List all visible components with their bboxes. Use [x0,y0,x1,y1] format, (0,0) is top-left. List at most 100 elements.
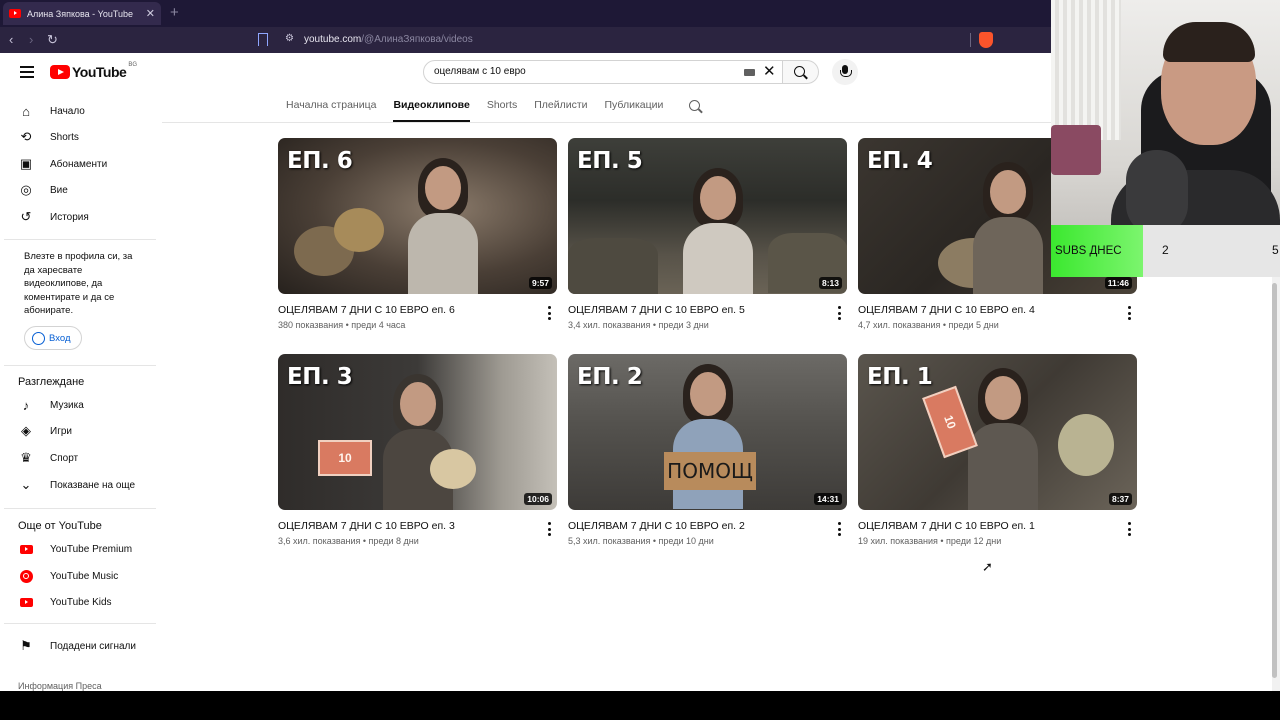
home-icon: ⌂ [22,103,30,119]
sidebar-item-history[interactable]: ↺ История [18,207,89,227]
video-card[interactable]: ЕП. 6 9:57 ОЦЕЛЯВАМ 7 ДНИ С 10 ЕВРО еп. … [278,138,558,353]
video-duration: 9:57 [528,277,552,289]
sidebar-item-you[interactable]: ◎ Вие [18,180,68,200]
video-title[interactable]: ОЦЕЛЯВАМ 7 ДНИ С 10 ЕВРО еп. 4 [858,304,1035,316]
video-title[interactable]: ОЦЕЛЯВАМ 7 ДНИ С 10 ЕВРО еп. 6 [278,304,455,316]
video-title[interactable]: ОЦЕЛЯВАМ 7 ДНИ С 10 ЕВРО еп. 2 [568,520,745,532]
browser-tab[interactable]: Алина Зяпкова - YouTube ✕ [3,2,161,25]
tab-home[interactable]: Начална страница [286,99,376,122]
video-thumbnail[interactable]: ПОМОЩ ЕП. 2 14:31 [568,354,847,510]
signin-label: Вход [49,332,71,344]
sidebar-item-gaming[interactable]: ◈ Игри [18,421,72,441]
sidebar-item-label: История [50,211,89,223]
youtube-favicon-icon [9,9,21,18]
sidebar-item-youtube-kids[interactable]: YouTube Kids [18,592,112,612]
video-title[interactable]: ОЦЕЛЯВАМ 7 ДНИ С 10 ЕВРО еп. 1 [858,520,1035,532]
subs-label: SUBS ДНЕС [1051,225,1143,277]
more-options-icon[interactable] [1128,306,1132,320]
sidebar-item-sports[interactable]: ♛ Спорт [18,448,78,468]
banknote: 10 [318,440,372,476]
flag-icon: ⚑ [20,638,32,653]
more-options-icon[interactable] [1128,522,1132,536]
tab-posts[interactable]: Публикации [605,99,664,122]
search-box[interactable]: оцелявам с 10 евро ✕ [423,60,783,84]
back-icon[interactable]: ‹ [9,32,13,48]
clear-search-icon[interactable]: ✕ [763,64,776,80]
sidebar-item-label: Начало [50,105,85,117]
shorts-icon: ⟲ [20,129,32,144]
more-options-icon[interactable] [838,522,842,536]
sidebar-item-label: YouTube Music [50,570,119,582]
close-tab-icon[interactable]: ✕ [146,7,155,20]
more-options-icon[interactable] [838,306,842,320]
url-host: youtube.com [304,34,362,45]
brave-shield-icon[interactable] [979,32,993,48]
tab-playlists[interactable]: Плейлисти [534,99,587,122]
sidebar-item-label: Игри [50,425,72,437]
video-title[interactable]: ОЦЕЛЯВАМ 7 ДНИ С 10 ЕВРО еп. 5 [568,304,745,316]
sidebar-divider [4,365,156,366]
sidebar-item-report-history[interactable]: ⚑ Подадени сигнали [18,636,136,656]
sidebar-item-home[interactable]: ⌂ Начало [18,101,85,121]
food-shape [430,449,476,489]
subs-value-secondary: 5 [1272,243,1279,257]
sidebar-item-music[interactable]: ♪ Музика [18,395,84,415]
bookmark-icon[interactable] [258,33,268,46]
video-thumbnail[interactable]: ЕП. 5 8:13 [568,138,847,294]
reload-icon[interactable]: ↻ [47,32,58,48]
menu-icon[interactable] [20,66,34,78]
sidebar-item-youtube-music[interactable]: YouTube Music [18,566,118,586]
signin-prompt: Влезте в профила си, за да харесвате вид… [24,251,133,316]
thumbnail-figure [378,374,458,510]
site-settings-icon[interactable]: ⚙ [285,33,294,44]
subs-counter: SUBS ДНЕС 2 5 [1051,225,1280,277]
video-thumbnail[interactable]: 10 ЕП. 1 8:37 [858,354,1137,510]
video-thumbnail[interactable]: 10 ЕП. 3 10:06 [278,354,557,510]
url-path: /@АлинаЗяпкова/videos [361,34,473,45]
thumbnail-figure [403,158,483,294]
video-card[interactable]: ПОМОЩ ЕП. 2 14:31 ОЦЕЛЯВАМ 7 ДНИ С 10 ЕВ… [568,354,848,569]
forward-icon[interactable]: › [29,32,33,48]
tab-shorts[interactable]: Shorts [487,99,517,122]
channel-tabs: Начална страница Видеоклипове Shorts Пле… [286,99,680,122]
trophy-icon: ♛ [20,450,32,465]
voice-search-button[interactable] [832,59,858,85]
thumbnail-figure [968,162,1048,294]
sidebar-divider [4,508,156,509]
more-options-icon[interactable] [548,306,552,320]
video-duration: 10:06 [524,493,552,505]
search-input[interactable]: оцелявам с 10 евро [434,66,526,77]
channel-search-icon[interactable] [689,100,700,111]
video-title[interactable]: ОЦЕЛЯВАМ 7 ДНИ С 10 ЕВРО еп. 3 [278,520,455,532]
country-code: BG [128,62,137,68]
episode-label: ЕП. 2 [577,364,643,390]
food-shape [1058,414,1114,476]
logo-text: YouTube [72,64,127,80]
subscriptions-icon: ▣ [19,156,33,171]
signin-button[interactable]: Вход [24,326,82,350]
sidebar-item-show-more[interactable]: ⌄ Показване на още [18,475,136,495]
sidebar-item-label: Абонаменти [50,158,108,170]
more-options-icon[interactable] [548,522,552,536]
scrollbar-thumb[interactable] [1272,283,1277,678]
address-bar[interactable]: youtube.com/@АлинаЗяпкова/videos [304,34,473,45]
video-card[interactable]: 10 ЕП. 3 10:06 ОЦЕЛЯВАМ 7 ДНИ С 10 ЕВРО … [278,354,558,569]
video-duration: 8:37 [1108,493,1132,505]
video-card[interactable]: 10 ЕП. 1 8:37 ОЦЕЛЯВАМ 7 ДНИ С 10 ЕВРО е… [858,354,1138,569]
food-shape [334,208,384,252]
search-button[interactable] [783,60,819,84]
episode-label: ЕП. 1 [867,364,933,390]
new-tab-button[interactable]: + [170,4,179,21]
sidebar-item-shorts[interactable]: ⟲ Shorts [18,127,79,147]
sidebar-divider [4,239,156,240]
tab-videos[interactable]: Видеоклипове [393,99,470,122]
video-card[interactable]: ЕП. 5 8:13 ОЦЕЛЯВАМ 7 ДНИ С 10 ЕВРО еп. … [568,138,848,353]
search-icon [794,66,805,77]
video-thumbnail[interactable]: ЕП. 6 9:57 [278,138,557,294]
video-meta: 19 хил. показвания • преди 12 дни [858,536,1002,546]
sidebar-footer-links[interactable]: Информация Преса [18,681,102,691]
keyboard-icon[interactable] [744,69,755,76]
youtube-logo[interactable]: YouTube BG [50,62,137,80]
sidebar-item-youtube-premium[interactable]: YouTube Premium [18,539,132,559]
sidebar-item-subscriptions[interactable]: ▣ Абонаменти [18,154,107,174]
